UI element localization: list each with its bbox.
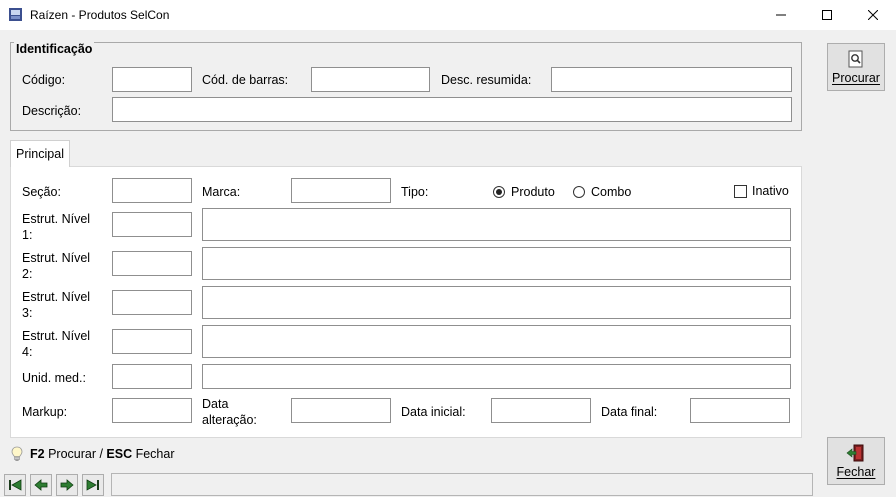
estrut-nivel-4-desc-input[interactable] [202, 325, 791, 358]
cod-barras-input[interactable] [311, 67, 430, 92]
estrut-nivel-2-desc-input[interactable] [202, 247, 791, 280]
maximize-button[interactable] [804, 0, 850, 30]
first-record-icon [9, 479, 22, 491]
checkbox-box [734, 184, 747, 198]
estrut-nivel-1-desc-input[interactable] [202, 208, 791, 241]
inativo-checkbox[interactable]: Inativo [734, 184, 789, 198]
procurar-button[interactable]: Procurar [827, 43, 885, 91]
secao-input[interactable] [112, 178, 192, 203]
descricao-input[interactable] [112, 97, 792, 122]
data-inicial-label: Data inicial: [401, 405, 466, 419]
exit-door-icon [846, 444, 864, 461]
estrut-nivel-1-code-input[interactable] [112, 212, 192, 237]
tipo-produto-label: Produto [511, 185, 555, 199]
hint-text-1: Procurar / [44, 447, 107, 461]
procurar-label: Procurar [832, 70, 880, 85]
tipo-produto-radio[interactable]: Produto [493, 185, 555, 199]
radio-unselected-indicator [573, 186, 585, 198]
fechar-button[interactable]: Fechar [827, 437, 885, 485]
desc-resumida-label: Desc. resumida: [441, 73, 532, 87]
estrut-nivel-3-desc-input[interactable] [202, 286, 791, 319]
search-document-icon [848, 50, 863, 67]
tab-principal[interactable]: Principal [10, 140, 70, 167]
codigo-label: Código: [22, 73, 66, 87]
radio-selected-indicator [493, 186, 505, 198]
estrut-nivel-2-label: Estrut. Nível 2: [22, 251, 91, 281]
minimize-icon [776, 14, 786, 16]
window-title: Raízen - Produtos SelCon [30, 8, 170, 22]
lightbulb-icon [11, 446, 23, 461]
shortcut-hint: F2 Procurar / ESC Fechar [10, 446, 175, 462]
codigo-input[interactable] [112, 67, 192, 92]
previous-record-icon [34, 479, 48, 491]
inativo-label: Inativo [752, 184, 789, 198]
data-alteracao-label: Data alteração: [202, 397, 257, 427]
estrut-nivel-4-label: Estrut. Nível 4: [22, 329, 91, 359]
tipo-combo-label: Combo [591, 185, 632, 199]
unid-med-desc-input[interactable] [202, 364, 791, 389]
data-alteracao-input[interactable] [291, 398, 391, 423]
last-record-icon [86, 479, 99, 491]
minimize-button[interactable] [758, 0, 804, 30]
hint-text-2: Fechar [132, 447, 175, 461]
hint-key-f2: F2 [30, 447, 45, 461]
app-icon [9, 8, 22, 21]
next-record-button[interactable] [56, 474, 78, 496]
markup-label: Markup: [22, 405, 68, 419]
marca-label: Marca: [202, 185, 241, 199]
data-final-label: Data final: [601, 405, 658, 419]
close-button[interactable] [850, 0, 896, 30]
estrut-nivel-4-code-input[interactable] [112, 329, 192, 354]
descricao-label: Descrição: [22, 104, 82, 118]
hint-key-esc: ESC [106, 447, 133, 461]
unid-med-code-input[interactable] [112, 364, 192, 389]
first-record-button[interactable] [4, 474, 26, 496]
identificacao-legend: Identificação [14, 42, 95, 56]
secao-label: Seção: [22, 185, 61, 199]
estrut-nivel-3-label: Estrut. Nível 3: [22, 290, 91, 320]
data-inicial-input[interactable] [491, 398, 591, 423]
tipo-combo-radio[interactable]: Combo [573, 185, 631, 199]
estrut-nivel-1-label: Estrut. Nível 1: [22, 212, 91, 242]
unid-med-label: Unid. med.: [22, 371, 86, 385]
marca-input[interactable] [291, 178, 391, 203]
close-icon [868, 10, 878, 20]
status-bar [111, 473, 813, 496]
estrut-nivel-2-code-input[interactable] [112, 251, 192, 276]
data-final-input[interactable] [690, 398, 790, 423]
maximize-icon [822, 10, 832, 20]
next-record-icon [60, 479, 74, 491]
desc-resumida-input[interactable] [551, 67, 792, 92]
markup-input[interactable] [112, 398, 192, 423]
previous-record-button[interactable] [30, 474, 52, 496]
fechar-label: Fechar [836, 464, 876, 479]
estrut-nivel-3-code-input[interactable] [112, 290, 192, 315]
tipo-label: Tipo: [401, 185, 429, 199]
last-record-button[interactable] [82, 474, 104, 496]
cod-barras-label: Cód. de barras: [202, 73, 289, 87]
